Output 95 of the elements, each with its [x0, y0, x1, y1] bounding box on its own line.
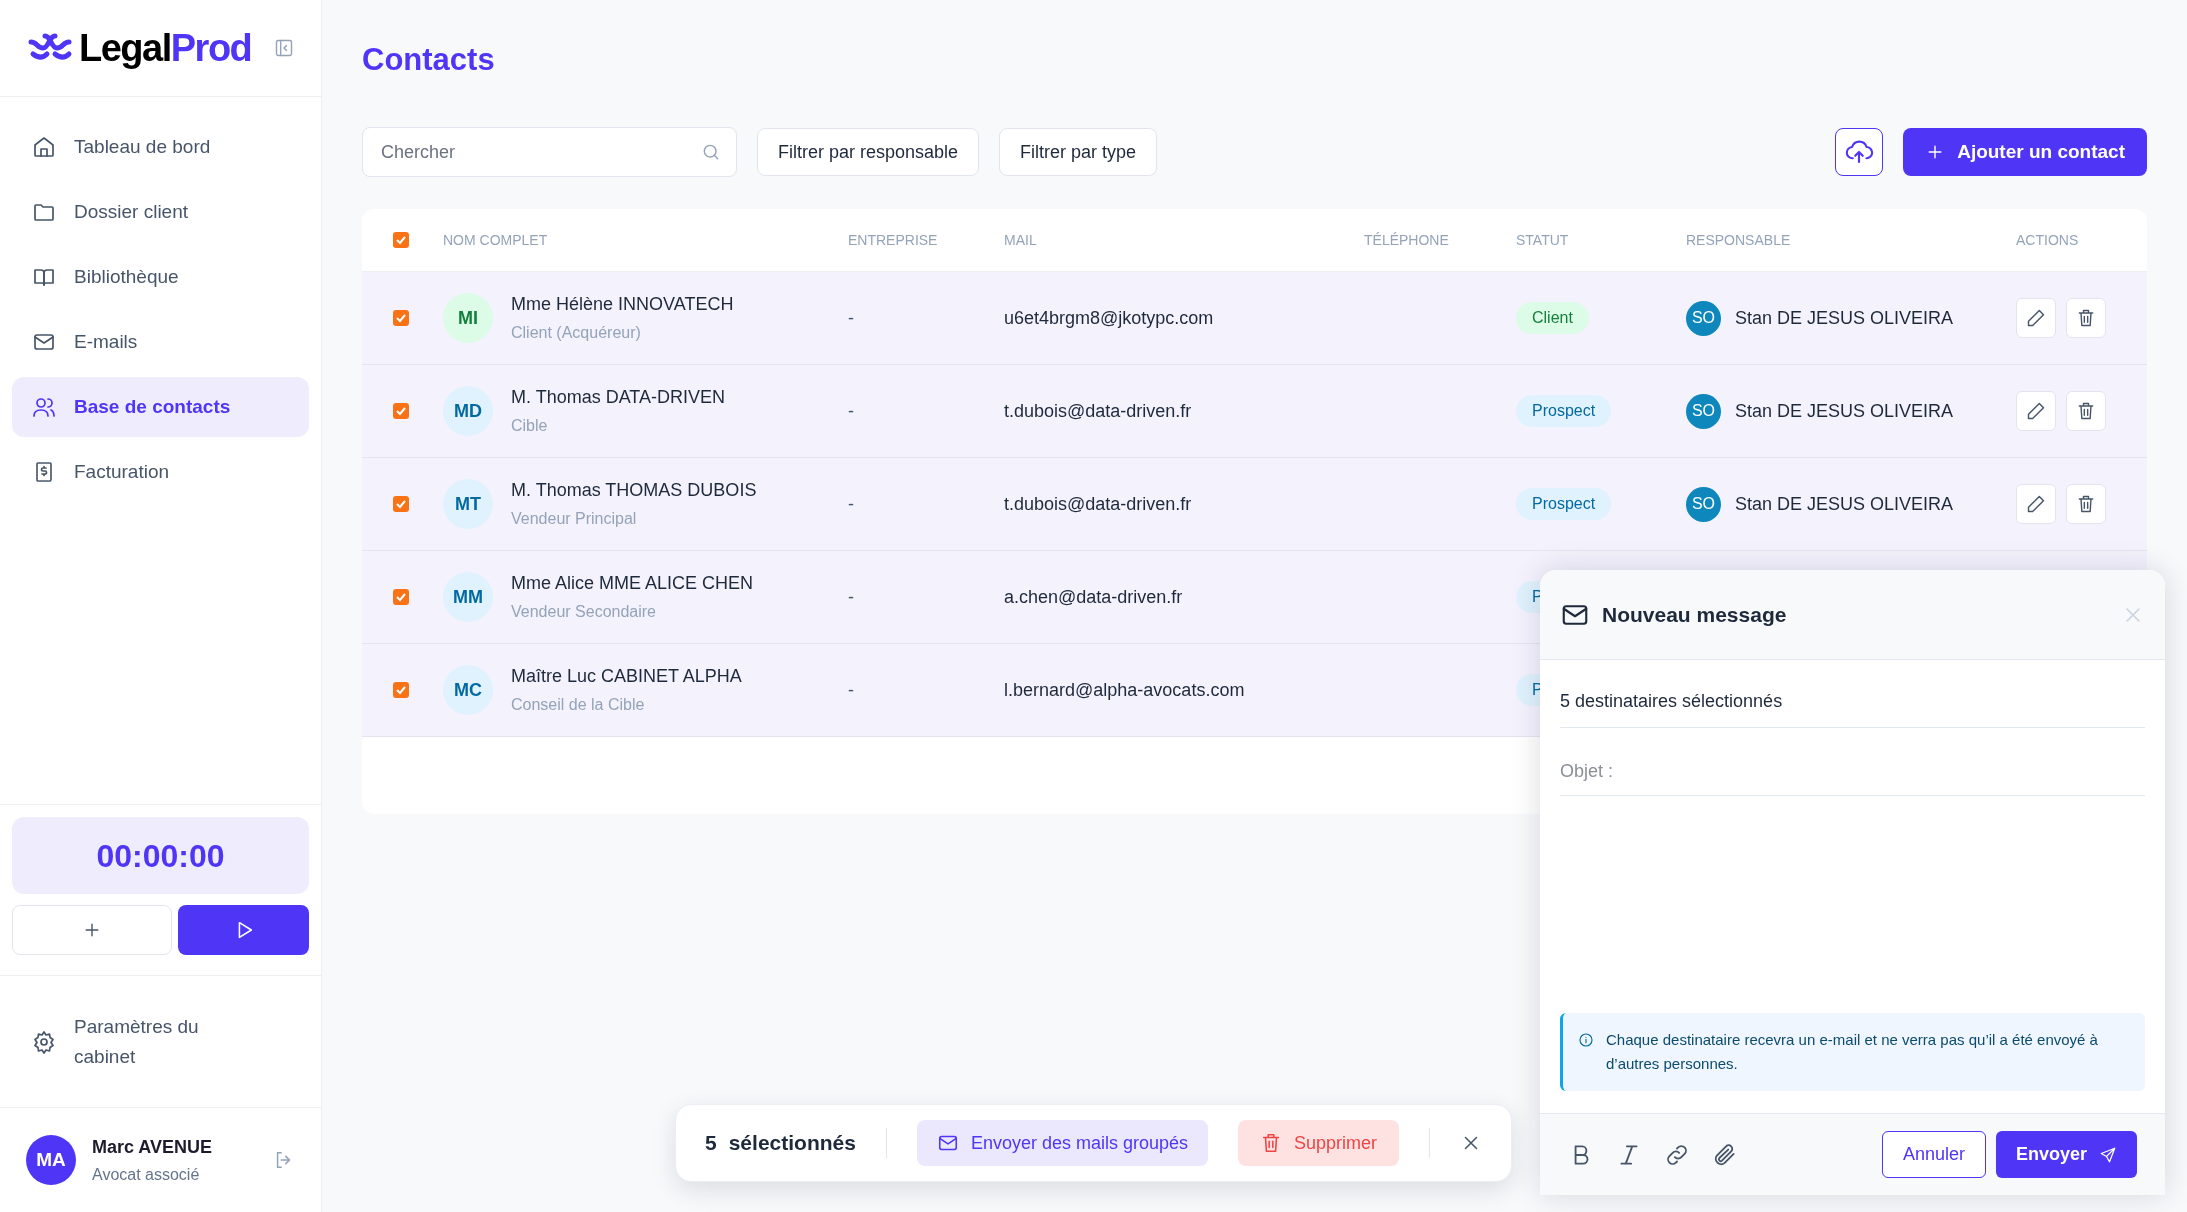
column-header: MAIL	[1004, 232, 1037, 248]
column-header: TÉLÉPHONE	[1364, 232, 1449, 248]
contact-role: Conseil de la Cible	[511, 695, 646, 715]
delete-button[interactable]	[2066, 298, 2106, 338]
column-header: ENTREPRISE	[848, 232, 938, 248]
cancel-button[interactable]: Annuler	[1881, 1131, 1986, 1178]
contact-name: Mme Hélène INNOVATECH	[511, 293, 734, 316]
user-role: Avocat associé	[92, 1164, 201, 1185]
trash-icon	[2076, 401, 2096, 421]
mail-cell: t.dubois@data-driven.fr	[1004, 400, 1192, 421]
company-cell: -	[848, 586, 854, 607]
collapse-icon	[274, 38, 294, 58]
trash-icon	[2076, 494, 2096, 514]
mail-cell: a.chen@data-driven.fr	[1004, 586, 1183, 607]
contact-role: Vendeur Principal	[511, 509, 638, 529]
add-contact-button[interactable]: Ajouter un contact	[1903, 128, 2147, 176]
start-timer-button[interactable]	[178, 905, 309, 955]
settings-link[interactable]: Paramètres du cabinet	[0, 975, 321, 1107]
pencil-icon	[2026, 401, 2046, 421]
compose-title: Nouveau message	[1602, 601, 1788, 628]
column-header: NOM COMPLET	[443, 232, 548, 248]
status-badge: Client	[1516, 302, 1589, 334]
trash-icon	[2076, 308, 2096, 328]
contact-name: M. Thomas DATA-DRIVEN	[511, 386, 726, 409]
search-field[interactable]: Chercher	[362, 127, 737, 177]
checkbox[interactable]	[393, 310, 409, 326]
users-icon	[32, 395, 56, 419]
search-icon	[701, 142, 721, 162]
nav-item[interactable]: Facturation	[12, 442, 309, 502]
contact-role: Client (Acquéreur)	[511, 323, 642, 343]
page-title: Contacts	[362, 42, 496, 78]
checkbox[interactable]	[393, 682, 409, 698]
mail-cell: t.dubois@data-driven.fr	[1004, 493, 1192, 514]
company-cell: -	[848, 307, 854, 328]
nav-item[interactable]: Dossier client	[12, 182, 309, 242]
owner-avatar: SO	[1686, 300, 1721, 336]
settings-icon	[32, 1029, 56, 1054]
upload-button[interactable]	[1835, 128, 1884, 176]
column-header: STATUT	[1516, 232, 1569, 248]
status-badge: Prospect	[1516, 488, 1612, 520]
recipients-field: 5 destinataires sélectionnés	[1560, 688, 1783, 715]
nav-item[interactable]: E-mails	[12, 312, 309, 372]
collapse-sidebar-button[interactable]	[274, 38, 294, 58]
contact-name: M. Thomas THOMAS DUBOIS	[511, 479, 757, 502]
column-header: RESPONSABLE	[1686, 232, 1791, 248]
delete-button[interactable]	[2066, 391, 2106, 431]
nav-item[interactable]: Bibliothèque	[12, 247, 309, 307]
delete-button[interactable]	[2066, 484, 2106, 524]
send-button[interactable]: Envoyer	[1995, 1131, 2137, 1178]
contact-role: Cible	[511, 416, 549, 436]
selection-label: sélectionnés	[728, 1130, 856, 1157]
company-cell: -	[848, 493, 854, 514]
edit-button[interactable]	[2016, 484, 2056, 524]
timer-display: 00:00:00	[12, 817, 309, 894]
column-header: ACTIONS	[2016, 232, 2079, 248]
send-icon	[2099, 1145, 2117, 1164]
contact-avatar: MC	[443, 665, 493, 715]
contact-avatar: MM	[443, 572, 493, 622]
filter-button[interactable]: Filtrer par responsable	[757, 128, 980, 176]
user-avatar: MA	[26, 1135, 76, 1185]
filter-button[interactable]: Filtrer par type	[999, 128, 1158, 176]
mail-cell: u6et4brgm8@jkotypc.com	[1004, 307, 1214, 328]
checkbox[interactable]	[393, 589, 409, 605]
contact-name: Maître Luc CABINET ALPHA	[511, 665, 742, 688]
owner-name: Stan DE JESUS OLIVEIRA	[1735, 306, 1954, 330]
group-mail-button[interactable]: Envoyer des mails groupés	[916, 1120, 1209, 1166]
status-badge: Prospect	[1516, 395, 1612, 427]
owner-name: Stan DE JESUS OLIVEIRA	[1735, 492, 1954, 516]
subject-field[interactable]: Objet :	[1560, 728, 2145, 796]
checkbox[interactable]	[393, 232, 409, 248]
home-icon	[32, 135, 56, 159]
nav-item[interactable]: Base de contacts	[12, 377, 309, 437]
info-icon	[1578, 1032, 1594, 1048]
logo-text: LegalProd	[79, 29, 252, 67]
contact-role: Vendeur Secondaire	[511, 602, 657, 622]
nav-item[interactable]: Tableau de bord	[12, 117, 309, 177]
company-cell: -	[848, 400, 854, 421]
checkbox[interactable]	[393, 403, 409, 419]
edit-button[interactable]	[2016, 391, 2056, 431]
contact-avatar: MD	[443, 386, 493, 436]
selection-count: 5	[705, 1130, 717, 1157]
company-cell: -	[848, 679, 854, 700]
checkbox[interactable]	[393, 496, 409, 512]
owner-avatar: SO	[1686, 486, 1721, 522]
contact-avatar: MI	[443, 293, 493, 343]
owner-name: Stan DE JESUS OLIVEIRA	[1735, 399, 1954, 423]
info-text: Chaque destinataire recevra un e-mail et ne verra pas qu’il a été envoyé à d’autres personnes.	[1606, 1030, 2099, 1074]
pencil-icon	[2026, 494, 2046, 514]
edit-button[interactable]	[2016, 298, 2056, 338]
mail-cell: l.bernard@alpha-avocats.com	[1004, 679, 1245, 700]
owner-avatar: SO	[1686, 393, 1721, 429]
contact-name: Mme Alice MME ALICE CHEN	[511, 572, 754, 595]
pencil-icon	[2026, 308, 2046, 328]
user-name: Marc AVENUE	[92, 1135, 214, 1159]
contact-avatar: MT	[443, 479, 493, 529]
